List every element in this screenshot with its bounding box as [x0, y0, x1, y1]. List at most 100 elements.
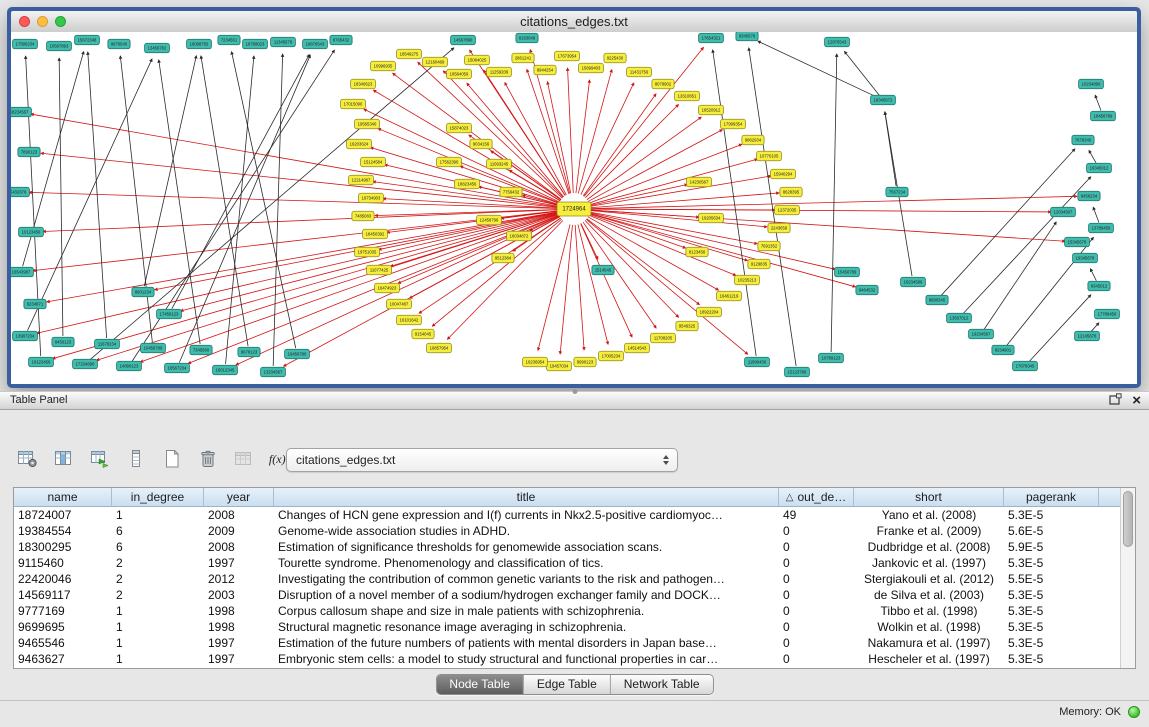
graph-node[interactable]: 8456123: [52, 337, 74, 347]
graph-node[interactable]: 15123789: [785, 367, 810, 377]
graph-node[interactable]: 9129835: [748, 259, 770, 269]
graph-node[interactable]: 7345890: [190, 345, 212, 355]
graph-node[interactable]: 17456123: [157, 309, 182, 319]
graph-node[interactable]: 13789456: [1089, 223, 1114, 233]
graph-node[interactable]: 16034872: [507, 231, 532, 241]
graph-node[interactable]: 18564059: [447, 69, 472, 79]
graph-edge[interactable]: [590, 185, 688, 206]
graph-node[interactable]: 10235213: [735, 275, 760, 285]
graph-edge[interactable]: [589, 159, 757, 205]
graph-edge[interactable]: [1090, 269, 1096, 281]
close-button[interactable]: [19, 16, 30, 27]
zoom-button[interactable]: [55, 16, 66, 27]
graph-node[interactable]: 10567893: [47, 41, 72, 51]
graph-node[interactable]: 10789123: [819, 353, 844, 363]
column-header-pagerank[interactable]: pagerank: [1004, 488, 1099, 507]
graph-node[interactable]: 7691352: [758, 241, 780, 251]
graph-node[interactable]: 16461219: [717, 291, 742, 301]
graph-node[interactable]: 19457034: [547, 361, 572, 371]
graph-node[interactable]: 7234561: [218, 35, 240, 45]
graph-node[interactable]: 13234567: [261, 367, 286, 377]
graph-node[interactable]: 13456782: [145, 43, 170, 53]
graph-edge[interactable]: [590, 212, 757, 244]
export-table-button[interactable]: [88, 448, 112, 470]
graph-node[interactable]: 11890456: [745, 357, 770, 367]
graph-edge[interactable]: [583, 94, 656, 196]
column-header-in-degree[interactable]: in_degree: [112, 488, 204, 507]
graph-node[interactable]: 9862934: [742, 135, 764, 145]
graph-edge[interactable]: [443, 71, 563, 198]
graph-edge[interactable]: [96, 214, 558, 361]
graph-node[interactable]: 17890234: [13, 39, 38, 49]
graph-node[interactable]: 12034567: [1051, 207, 1076, 217]
table-row[interactable]: 946362711997Embryonic stem cells: a mode…: [14, 651, 1121, 667]
graph-node[interactable]: 17654321: [699, 33, 724, 43]
graph-node[interactable]: 16474923: [375, 283, 400, 293]
graph-edge[interactable]: [581, 223, 598, 259]
graph-node[interactable]: 2861241: [512, 53, 534, 63]
graph-edge[interactable]: [560, 225, 572, 354]
column-header-name[interactable]: name: [14, 488, 112, 507]
graph-edge[interactable]: [159, 60, 200, 344]
graph-node[interactable]: 19456780: [285, 349, 310, 359]
graph-node[interactable]: 15672348: [75, 35, 100, 45]
graph-node[interactable]: 12160469: [423, 57, 448, 67]
graph-node[interactable]: 15432876: [11, 187, 29, 197]
graph-node[interactable]: 9154045: [412, 329, 434, 339]
graph-edge[interactable]: [37, 213, 559, 334]
graph-node[interactable]: 17678345: [1013, 361, 1038, 371]
float-panel-icon[interactable]: [1109, 392, 1122, 410]
table-row[interactable]: 911546021997Tourette syndrome. Phenomeno…: [14, 555, 1121, 571]
graph-edge[interactable]: [590, 209, 1051, 212]
graph-edge[interactable]: [1089, 150, 1096, 162]
graph-node[interactable]: 7485083: [352, 211, 374, 221]
graph-node[interactable]: 10236954: [523, 357, 548, 367]
new-file-button[interactable]: [160, 448, 184, 470]
graph-node[interactable]: 2243658: [768, 223, 790, 233]
graph-node[interactable]: 18345672: [871, 95, 896, 105]
graph-node[interactable]: 15084025: [465, 55, 490, 65]
graph-edge[interactable]: [758, 41, 878, 97]
graph-node[interactable]: 8123456: [686, 247, 708, 257]
graph-node[interactable]: 16789023: [243, 39, 268, 49]
graph-node[interactable]: 18098765: [187, 39, 212, 49]
splitter-handle[interactable]: [572, 389, 577, 394]
graph-node[interactable]: 15940294: [771, 169, 796, 179]
graph-node[interactable]: 8765432: [330, 35, 352, 45]
graph-node[interactable]: 9546325: [676, 321, 698, 331]
graph-node[interactable]: 14890123: [117, 361, 142, 371]
graph-node[interactable]: 14567890: [451, 35, 476, 45]
graph-node[interactable]: 1514545: [592, 265, 614, 275]
graph-node[interactable]: 9464532: [856, 285, 878, 295]
graph-node[interactable]: 9345678: [736, 32, 758, 41]
graph-node[interactable]: 11431756: [627, 67, 652, 77]
graph-node[interactable]: 11345678: [271, 37, 296, 47]
table-row[interactable]: 1938455462009Genome-wide association stu…: [14, 523, 1121, 539]
graph-node[interactable]: 19205634: [699, 213, 724, 223]
tab-network-table[interactable]: Network Table: [611, 675, 713, 694]
graph-node[interactable]: 11708205: [651, 333, 676, 343]
table-row[interactable]: 969969511998Structural magnetic resonanc…: [14, 619, 1121, 635]
graph-node[interactable]: 8234901: [992, 345, 1014, 355]
graph-node[interactable]: 18823456: [455, 179, 480, 189]
graph-node[interactable]: 17999354: [721, 119, 746, 129]
minimize-button[interactable]: [37, 16, 48, 27]
graph-node[interactable]: 17015090: [341, 99, 366, 109]
graph-node[interactable]: 15699403: [579, 63, 604, 73]
graph-node[interactable]: 16345012: [1087, 163, 1112, 173]
graph-node[interactable]: 8990123: [574, 357, 596, 367]
graph-node[interactable]: 11077425: [367, 265, 392, 275]
graph-node[interactable]: 10234890: [1079, 79, 1104, 89]
graph-edge[interactable]: [26, 56, 41, 356]
graph-node[interactable]: 17789456: [1095, 309, 1120, 319]
graph-node[interactable]: 9225430: [604, 53, 626, 63]
graph-node[interactable]: 7756432: [500, 187, 522, 197]
graph-node[interactable]: 16543987: [11, 267, 33, 277]
graph-node[interactable]: 9678123: [238, 347, 260, 357]
graph-node[interactable]: 16101642: [397, 315, 422, 325]
graph-edge[interactable]: [120, 56, 152, 342]
graph-node[interactable]: 12372035: [775, 205, 800, 215]
graph-node[interactable]: 17673954: [555, 51, 580, 61]
graph-node[interactable]: 9234871: [24, 299, 46, 309]
graph-node[interactable]: 13567012: [947, 313, 972, 323]
